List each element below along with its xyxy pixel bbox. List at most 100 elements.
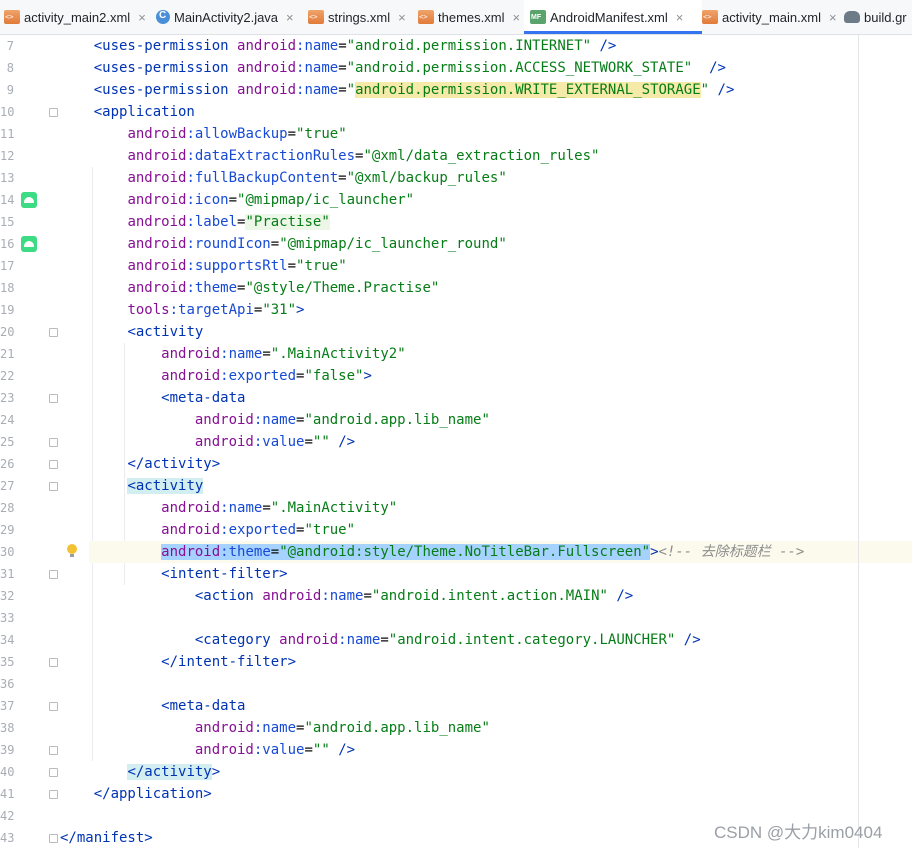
code-line[interactable]: 23 <meta-data (0, 387, 912, 409)
close-tab-icon[interactable]: × (398, 10, 406, 25)
code-line[interactable]: 28 android:name=".MainActivity" (0, 497, 912, 519)
code-line[interactable]: 22 android:exported="false"> (0, 365, 912, 387)
code-line[interactable]: 17 android:supportsRtl="true" (0, 255, 912, 277)
code-text: </manifest> (60, 830, 153, 846)
editor-tab-bar: activity_main2.xml×MainActivity2.java×st… (0, 0, 912, 35)
tab-strings-xml[interactable]: strings.xml × (302, 0, 418, 34)
android-round-launcher-icon[interactable] (21, 236, 37, 252)
line-number: 10 (0, 105, 15, 119)
code-text: <uses-permission android:name="android.p… (93, 38, 617, 54)
code-line[interactable]: 29 android:exported="true" (0, 519, 912, 541)
code-text: </intent-filter> (161, 654, 297, 670)
tab-label: activity_main.xml (722, 9, 821, 25)
code-line[interactable]: 36 (0, 673, 912, 695)
code-line[interactable]: 12 android:dataExtractionRules="@xml/dat… (0, 145, 912, 167)
code-line[interactable]: 41 </application> (0, 783, 912, 805)
code-line[interactable]: 37 <meta-data (0, 695, 912, 717)
fold-marker-icon[interactable] (49, 790, 58, 799)
line-number: 15 (0, 215, 15, 229)
code-text: </activity> (127, 764, 221, 780)
code-line[interactable]: 14 android:icon="@mipmap/ic_launcher" (0, 189, 912, 211)
fold-marker-icon[interactable] (49, 394, 58, 403)
code-line[interactable]: 18 android:theme="@style/Theme.Practise" (0, 277, 912, 299)
line-number: 13 (0, 171, 15, 185)
code-text: <activity (127, 324, 204, 340)
code-text: <meta-data (161, 390, 246, 406)
code-text: <activity (127, 478, 204, 494)
code-line[interactable]: 24 android:name="android.app.lib_name" (0, 409, 912, 431)
line-number: 8 (6, 61, 14, 75)
fold-marker-icon[interactable] (49, 108, 58, 117)
code-line[interactable]: 19 tools:targetApi="31"> (0, 299, 912, 321)
code-line[interactable]: 13 android:fullBackupContent="@xml/backu… (0, 167, 912, 189)
line-number: 36 (0, 677, 15, 691)
watermark: CSDN @大力kim0404 (714, 823, 883, 842)
xml-file-icon (702, 10, 718, 24)
line-number: 9 (6, 83, 14, 97)
code-line[interactable]: 10 <application (0, 101, 912, 123)
fold-marker-icon[interactable] (49, 746, 58, 755)
fold-marker-icon[interactable] (49, 438, 58, 447)
line-number: 30 (0, 545, 15, 559)
code-line[interactable]: 16 android:roundIcon="@mipmap/ic_launche… (0, 233, 912, 255)
code-line[interactable]: 21 android:name=".MainActivity2" (0, 343, 912, 365)
close-tab-icon[interactable]: × (138, 10, 146, 25)
code-line[interactable]: 40 </activity> (0, 761, 912, 783)
line-number: 29 (0, 523, 15, 537)
fold-marker-icon[interactable] (49, 570, 58, 579)
line-number: 26 (0, 457, 15, 471)
tab-themes-xml[interactable]: themes.xml × (412, 0, 530, 34)
line-number: 43 (0, 831, 15, 845)
code-text: <intent-filter> (161, 566, 288, 582)
code-text: android:theme="@android:style/Theme.NoTi… (161, 544, 805, 560)
code-line[interactable]: 39 android:value="" /> (0, 739, 912, 761)
line-number: 32 (0, 589, 15, 603)
code-line[interactable]: 32 <action android:name="android.intent.… (0, 585, 912, 607)
code-line[interactable]: 38 android:name="android.app.lib_name" (0, 717, 912, 739)
tab-activity-main-xml[interactable]: activity_main.xml × (696, 0, 844, 34)
code-text: android:fullBackupContent="@xml/backup_r… (127, 170, 507, 186)
code-text: android:theme="@style/Theme.Practise" (127, 280, 440, 296)
android-launcher-icon[interactable] (21, 192, 37, 208)
code-line[interactable]: 25 android:value="" /> (0, 431, 912, 453)
code-text: <category android:name="android.intent.c… (194, 632, 701, 648)
tab-mainactivity2-java[interactable]: MainActivity2.java × (150, 0, 308, 34)
code-line[interactable]: 34 <category android:name="android.inten… (0, 629, 912, 651)
code-line[interactable]: 15 android:label="Practise" (0, 211, 912, 233)
fold-marker-icon[interactable] (49, 768, 58, 777)
code-line[interactable]: 27 <activity (0, 475, 912, 497)
tab-label: themes.xml (438, 9, 505, 25)
line-number: 20 (0, 325, 15, 339)
code-line[interactable]: 30 android:theme="@android:style/Theme.N… (0, 541, 912, 563)
fold-marker-icon[interactable] (49, 658, 58, 667)
code-line[interactable]: 8 <uses-permission android:name="android… (0, 57, 912, 79)
code-line[interactable]: 9 <uses-permission android:name="android… (0, 79, 912, 101)
code-line[interactable]: 20 <activity (0, 321, 912, 343)
tab-activity-main2-xml[interactable]: activity_main2.xml × (0, 0, 154, 34)
code-line[interactable]: 31 <intent-filter> (0, 563, 912, 585)
code-text: android:value="" /> (194, 742, 356, 758)
line-number: 23 (0, 391, 15, 405)
tab-build-gr[interactable]: build.gr (838, 0, 912, 34)
close-tab-icon[interactable]: × (286, 10, 294, 25)
tab-androidmanifest-xml[interactable]: AndroidManifest.xml × (524, 0, 702, 34)
fold-marker-icon[interactable] (49, 460, 58, 469)
fold-marker-icon[interactable] (49, 702, 58, 711)
code-text: android:dataExtractionRules="@xml/data_e… (127, 148, 600, 164)
gradle-file-icon (844, 11, 860, 23)
code-line[interactable]: 33 (0, 607, 912, 629)
close-tab-icon[interactable]: × (829, 10, 837, 25)
fold-marker-icon[interactable] (49, 328, 58, 337)
code-text: android:name=".MainActivity2" (161, 346, 406, 362)
fold-marker-icon[interactable] (49, 834, 58, 843)
code-line[interactable]: 26 </activity> (0, 453, 912, 475)
code-line[interactable]: 35 </intent-filter> (0, 651, 912, 673)
fold-marker-icon[interactable] (49, 482, 58, 491)
close-tab-icon[interactable]: × (676, 10, 684, 25)
intention-bulb-icon[interactable] (67, 544, 77, 557)
line-number: 27 (0, 479, 15, 493)
code-line[interactable]: 7 <uses-permission android:name="android… (0, 35, 912, 57)
code-line[interactable]: 11 android:allowBackup="true" (0, 123, 912, 145)
code-editor[interactable]: 7 <uses-permission android:name="android… (0, 35, 912, 848)
close-tab-icon[interactable]: × (512, 10, 520, 25)
